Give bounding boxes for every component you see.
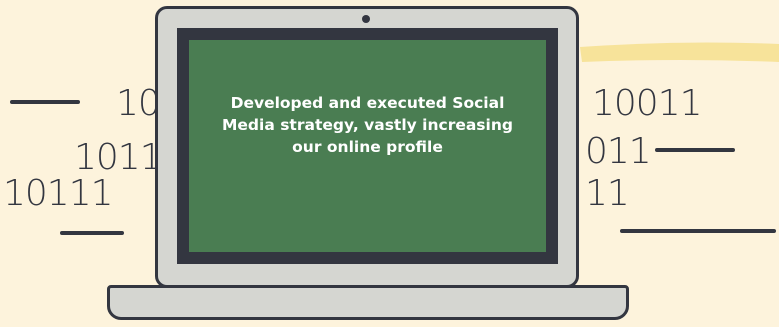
binary-text: 10011 <box>592 83 703 124</box>
camera-icon <box>362 15 370 23</box>
binary-text: 11 <box>585 173 630 214</box>
screen-message: Developed and executed Social Media stra… <box>222 94 513 156</box>
binary-text: 1011 <box>74 137 163 178</box>
binary-text: 10111 <box>3 173 114 214</box>
illustration: 10 1011 10111 10011 011 11 Developed and… <box>0 0 779 327</box>
dash-line <box>10 100 80 104</box>
dash-line <box>620 229 776 233</box>
laptop-base <box>107 285 629 320</box>
laptop-screen: Developed and executed Social Media stra… <box>189 40 546 252</box>
binary-text: 011 <box>585 131 652 172</box>
dash-line <box>655 148 735 152</box>
binary-text: 10 <box>116 83 161 124</box>
dash-line <box>60 231 124 235</box>
